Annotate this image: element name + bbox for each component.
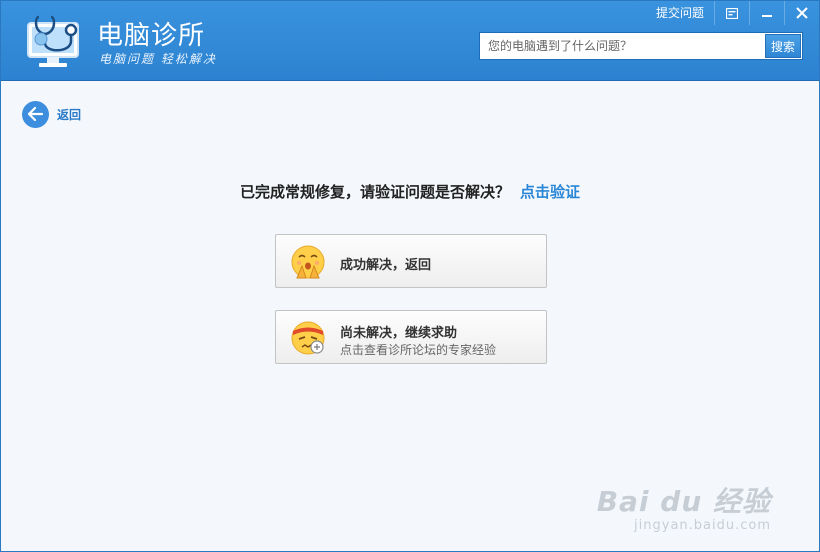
back-label: 返回: [57, 107, 82, 122]
monitor-stethoscope-icon: [27, 15, 79, 67]
happy-face-icon: [291, 245, 325, 279]
unresolved-option-label: 尚未解决，继续求助: [340, 326, 458, 341]
back-circle: [22, 100, 49, 128]
search-button[interactable]: 搜索: [765, 34, 801, 58]
header-bar: 电脑诊所 电脑问题 轻松解决 提交问题 您的电脑遇到了什么问题？ 搜索: [1, 1, 819, 81]
settings-button[interactable]: [714, 1, 749, 25]
submit-question-link[interactable]: 提交问题: [646, 1, 714, 25]
minimize-icon: [762, 15, 772, 17]
verify-link[interactable]: 点击验证: [520, 183, 580, 201]
watermark-sub: jingyan.baidu.com: [634, 518, 771, 533]
settings-icon: [726, 7, 738, 19]
watermark: Bai du 经验 jingyan.baidu.com: [597, 480, 771, 533]
question-text: 已完成常规修复，请验证问题是否解决？: [239, 183, 510, 201]
watermark-main: Bai du 经验: [596, 485, 771, 518]
close-icon: [796, 7, 808, 19]
minimize-button[interactable]: [749, 1, 784, 25]
close-button[interactable]: [784, 1, 819, 25]
resolved-option-button[interactable]: 成功解决，返回: [275, 234, 547, 288]
unresolved-option-button[interactable]: 尚未解决，继续求助 点击查看诊所论坛的专家经验: [275, 310, 547, 364]
search-input[interactable]: [480, 33, 764, 59]
arrow-left-icon: [28, 107, 43, 121]
unresolved-option-subtext: 点击查看诊所论坛的专家经验: [340, 343, 497, 357]
app-slogan: 电脑问题 轻松解决: [99, 52, 217, 66]
back-button[interactable]: 返回: [22, 100, 81, 128]
app-window: 电脑诊所 电脑问题 轻松解决 提交问题 您的电脑遇到了什么问题？ 搜索 返回 已…: [0, 0, 820, 552]
search-box: 搜索: [479, 32, 803, 60]
verify-question: 已完成常规修复，请验证问题是否解决？ 点击验证: [1, 181, 819, 202]
title-controls: 提交问题: [646, 1, 819, 25]
resolved-option-label: 成功解决，返回: [340, 258, 432, 273]
frustrated-face-icon: [291, 321, 325, 355]
app-title: 电脑诊所: [97, 21, 206, 51]
